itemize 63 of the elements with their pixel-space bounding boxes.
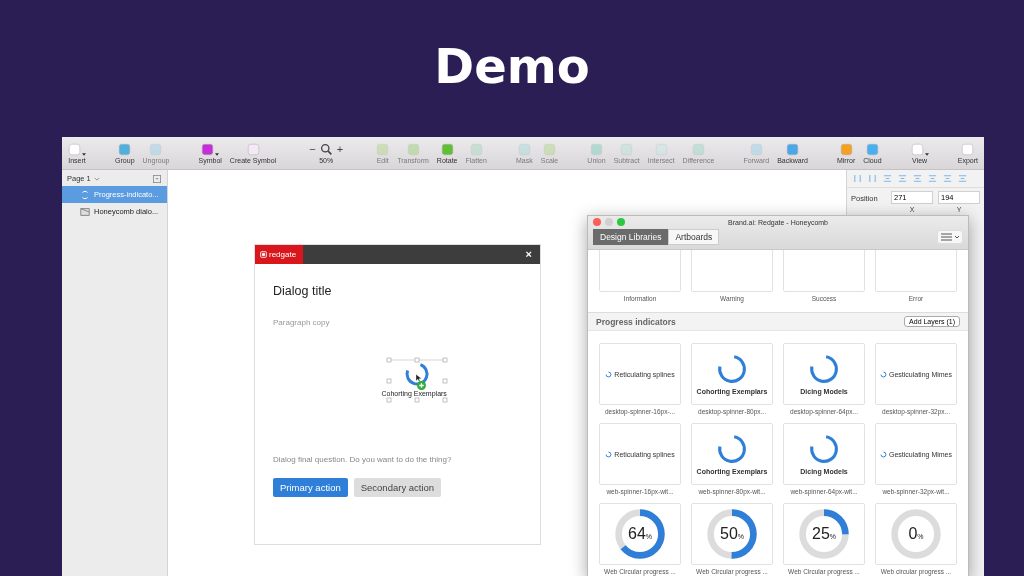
spinner-icon [605,450,613,458]
align-icon[interactable] [913,174,922,183]
tab[interactable]: Artboards [668,229,720,245]
tool-icon [749,142,763,156]
paragraph-text: Paragraph copy [273,318,331,327]
align-icon[interactable] [943,174,952,183]
maximize-icon[interactable] [617,218,625,226]
align-icon[interactable] [883,174,892,183]
spinner-icon [880,450,887,458]
spinner-icon [809,353,839,384]
zoom-out-button[interactable]: − [309,143,316,155]
spinner-icon [717,433,747,464]
collapse-icon[interactable] [153,174,161,183]
tool-icon [246,142,260,156]
tool-icon [865,142,879,156]
close-button[interactable]: × [517,249,540,260]
tool-icon [542,142,556,156]
tool-icon [376,142,390,156]
tool-icon [440,142,454,156]
logo-icon [260,251,267,258]
align-icon[interactable] [868,174,877,183]
tool-icon [839,142,853,156]
tool-icon [654,142,668,156]
primary-button[interactable]: Primary action [273,478,348,497]
question-text: Dialog final question. Do you want to do the thing? [273,455,453,464]
close-window-icon[interactable] [593,218,601,226]
secondary-button[interactable]: Secondary action [353,478,442,497]
tool-icon [691,142,705,156]
menu-button[interactable] [937,230,963,244]
logo-text: redgate [269,250,297,259]
tool-icon [589,142,603,156]
align-icon[interactable] [928,174,937,183]
tool-icon [68,142,81,156]
symbol-icon [80,189,90,200]
spinner-icon [717,353,747,384]
dialog-title: Dialog title [273,284,333,298]
align-icon[interactable] [853,174,862,183]
tool-icon [786,142,799,156]
search-icon[interactable] [319,142,333,156]
align-icon[interactable] [958,174,967,183]
zoom-in-button[interactable]: + [336,143,344,155]
tool-icon [201,142,215,156]
tool-icon [961,142,975,156]
section-title: Progress indicators [596,316,676,327]
tool-icon [517,142,531,156]
artboard-icon [80,206,90,217]
spinner-icon [605,370,613,378]
menu-icon [940,232,960,242]
spinner-icon [809,433,839,464]
add-icon [416,381,426,390]
tool-icon [469,142,483,156]
cursor-icon [415,374,422,382]
tool-icon [149,142,163,156]
tool-icon [406,142,420,156]
minimize-icon[interactable] [605,218,613,226]
align-icon[interactable] [898,174,907,183]
tab[interactable]: Design Libraries [593,229,669,245]
slide-title: Demo [434,37,590,96]
tool-icon [620,142,634,156]
chevron-icon [93,176,100,181]
spinner-icon [880,370,887,378]
tool-icon [910,142,924,156]
tool-icon [118,142,132,156]
